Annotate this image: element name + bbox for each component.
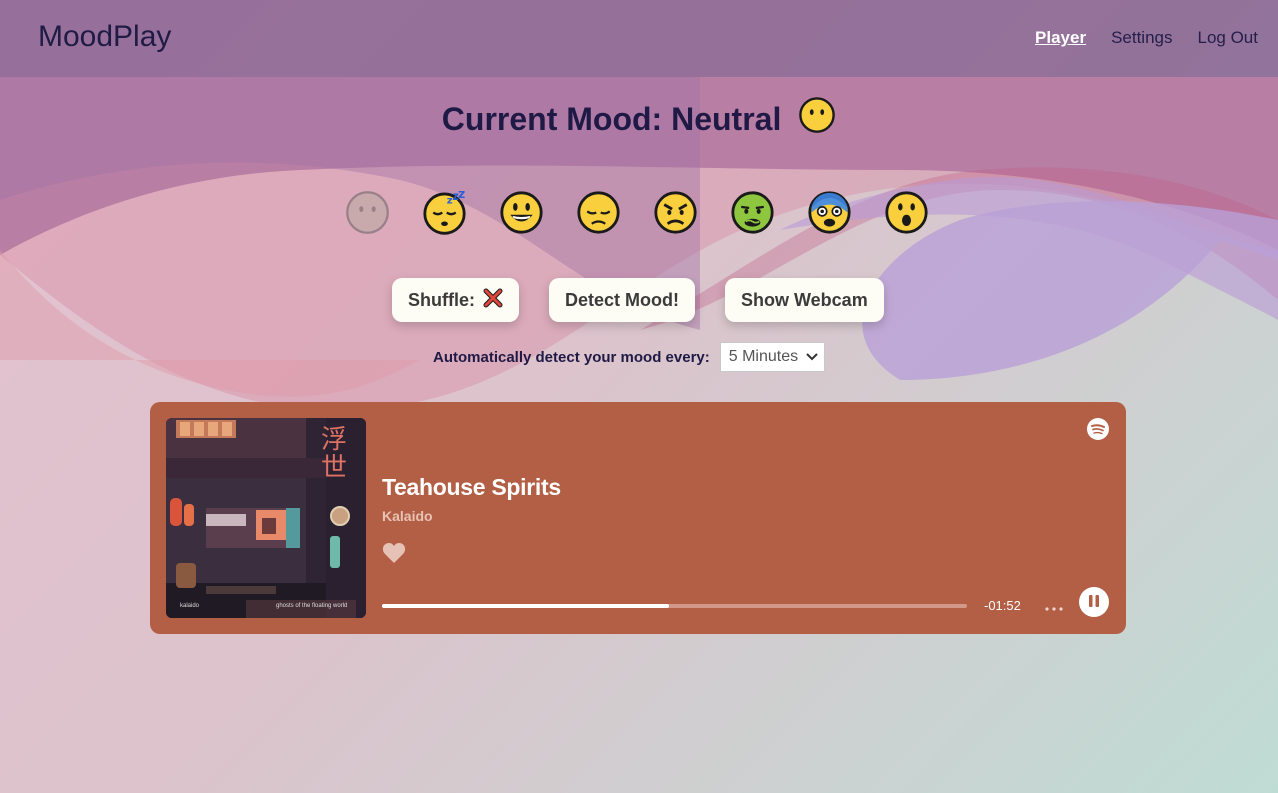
chevron-down-icon xyxy=(806,348,818,366)
fearful-face-icon[interactable] xyxy=(807,190,852,235)
detect-mood-button[interactable]: Detect Mood! xyxy=(549,278,695,322)
show-webcam-button[interactable]: Show Webcam xyxy=(725,278,884,322)
track-title: Teahouse Spirits xyxy=(382,474,561,500)
nav-logout-link[interactable]: Log Out xyxy=(1198,28,1259,48)
top-navbar: MoodPlay Player Settings Log Out xyxy=(0,0,1278,77)
shuffle-button[interactable]: Shuffle: xyxy=(392,278,519,322)
sleepy-face-icon[interactable]: z z z xyxy=(422,190,467,235)
pause-button[interactable] xyxy=(1079,587,1109,617)
track-artist[interactable]: Kalaido xyxy=(382,508,433,524)
nav-player-link[interactable]: Player xyxy=(1035,28,1086,48)
time-remaining: -01:52 xyxy=(984,598,1021,613)
album-art: 浮 世 kalaido ghosts of the floating world xyxy=(166,418,366,618)
svg-text:浮: 浮 xyxy=(321,425,347,455)
auto-detect-row: Automatically detect your mood every: 5 … xyxy=(433,342,825,372)
progress-fill xyxy=(382,604,669,608)
shuffle-label: Shuffle: xyxy=(408,289,475,310)
mood-emoji-selector: z z z xyxy=(345,190,929,235)
svg-text:z: z xyxy=(458,190,465,201)
interval-select[interactable]: 5 Minutes xyxy=(719,342,825,372)
heart-icon[interactable] xyxy=(382,542,406,568)
current-mood-heading: Current Mood: Neutral xyxy=(0,96,1278,142)
angry-face-icon[interactable] xyxy=(653,190,698,235)
svg-text:世: 世 xyxy=(321,453,347,483)
brand-logo[interactable]: MoodPlay xyxy=(38,20,171,54)
album-art-artist-text: kalaido xyxy=(180,603,200,609)
pause-icon xyxy=(1088,593,1100,612)
happy-face-icon[interactable] xyxy=(499,190,544,235)
auto-detect-label: Automatically detect your mood every: xyxy=(433,348,710,366)
interval-select-value: 5 Minutes xyxy=(728,348,799,365)
neutral-face-icon[interactable] xyxy=(345,190,390,235)
nav-links: Player Settings Log Out xyxy=(1035,28,1258,48)
album-art-title-text: ghosts of the floating world xyxy=(276,603,348,609)
sick-face-icon[interactable] xyxy=(730,190,775,235)
spotify-player: 浮 世 kalaido ghosts of the floating world… xyxy=(150,402,1126,634)
progress-bar[interactable] xyxy=(382,604,967,608)
current-mood-text: Current Mood: Neutral xyxy=(441,101,782,137)
more-options-icon[interactable] xyxy=(1044,598,1064,617)
sad-face-icon[interactable] xyxy=(576,190,621,235)
nav-settings-link[interactable]: Settings xyxy=(1111,28,1172,48)
cross-mark-icon xyxy=(483,288,503,313)
neutral-face-icon xyxy=(798,96,836,142)
surprised-face-icon[interactable] xyxy=(884,190,929,235)
spotify-icon[interactable] xyxy=(1087,418,1109,444)
action-buttons: Shuffle: Detect Mood! Show Webcam xyxy=(392,278,884,322)
